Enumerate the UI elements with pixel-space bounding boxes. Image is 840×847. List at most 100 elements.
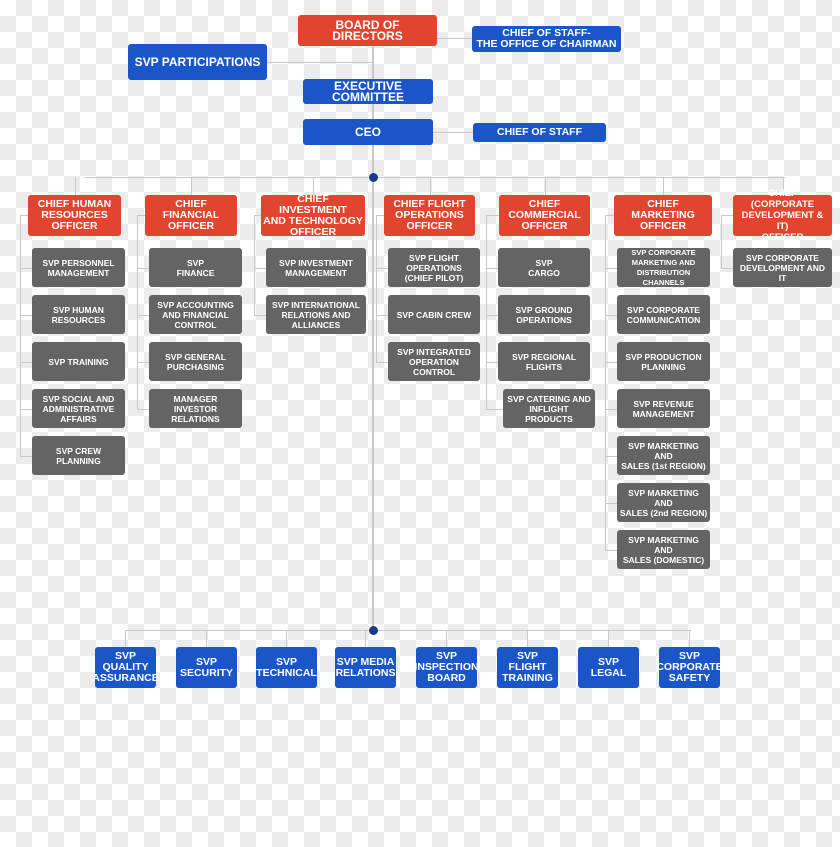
svp-box[interactable]: SVP CORPORATE DEVELOPMENT AND IT [733, 248, 832, 287]
connector-line [486, 268, 498, 269]
svp-box[interactable]: SVP HUMAN RESOURCES [32, 295, 125, 334]
chief-of-staff-chairman-box[interactable]: CHIEF OF STAFF- THE OFFICE OF CHAIRMAN [472, 26, 621, 52]
svp-box[interactable]: SVP REGIONAL FLIGHTS [498, 342, 590, 381]
connector-line [605, 362, 617, 363]
svp-box[interactable]: SVP GROUND OPERATIONS [498, 295, 590, 334]
connector-line [376, 362, 388, 363]
connector-line [486, 409, 503, 410]
svp-participations-box[interactable]: SVP PARTICIPATIONS [128, 44, 267, 80]
connector-line [376, 215, 384, 216]
chief-officer-box[interactable]: CHIEF HUMAN RESOURCES OFFICER [28, 195, 121, 236]
svp-box[interactable]: SVP REVENUE MANAGEMENT [617, 389, 710, 428]
connector-line [20, 215, 21, 456]
bottom-svp-box[interactable]: SVP MEDIA RELATIONS [335, 647, 396, 688]
connector-line [74, 177, 76, 195]
bottom-svp-box[interactable]: SVP INSPECTION BOARD [414, 647, 479, 688]
bottom-svp-box[interactable]: SVP FLIGHT TRAINING [497, 647, 558, 688]
svp-box[interactable]: SVP FLIGHT OPERATIONS (CHIEF PILOT) [388, 248, 480, 287]
svp-box[interactable]: SVP PERSONNEL MANAGEMENT [32, 248, 125, 287]
svp-box[interactable]: SVP CATERING AND INFLIGHT PRODUCTS [503, 389, 595, 428]
board-of-directors-box[interactable]: BOARD OF DIRECTORS [298, 15, 437, 46]
chief-officer-box[interactable]: CHIEF (CORPORATE DEVELOPMENT & IT) OFFIC… [733, 188, 832, 243]
connector-line [365, 630, 366, 647]
connector-line [137, 409, 149, 410]
connector-line [376, 315, 388, 316]
bottom-svp-box[interactable]: SVP CORPORATE SAFETY [656, 647, 723, 688]
connector-line [437, 38, 472, 39]
connector-line [20, 362, 32, 363]
connector-line [20, 215, 28, 216]
connector-line [605, 215, 614, 216]
connector-line [446, 630, 447, 647]
bottom-svp-box[interactable]: SVP QUALITY ASSURANCE [92, 647, 159, 688]
connector-line [20, 409, 32, 410]
connector-line [376, 268, 388, 269]
connector-line [254, 215, 261, 216]
bottom-svp-box[interactable]: SVP SECURITY [176, 647, 237, 688]
connector-line [85, 177, 785, 178]
svp-box[interactable]: SVP INVESTMENT MANAGEMENT [266, 248, 366, 287]
svp-box[interactable]: SVP INTERNATIONAL RELATIONS AND ALLIANCE… [266, 295, 366, 334]
svp-box[interactable]: SVP ACCOUNTING AND FINANCIAL CONTROL [149, 295, 242, 334]
chief-officer-box[interactable]: CHIEF MARKETING OFFICER [614, 195, 712, 236]
connector-line [125, 630, 691, 631]
bottom-svp-box[interactable]: SVP LEGAL [578, 647, 639, 688]
svp-box[interactable]: SVP CREW PLANNING [32, 436, 125, 475]
svp-box[interactable]: SVP GENERAL PURCHASING [149, 342, 242, 381]
connector-line [608, 630, 609, 647]
connector-line [137, 268, 149, 269]
connector-line [376, 215, 377, 362]
svp-box[interactable]: SVP PRODUCTION PLANNING [617, 342, 710, 381]
connector-line [191, 177, 192, 195]
svp-box[interactable]: SVP MARKETING AND SALES (1st REGION) [617, 436, 710, 475]
connector-line [20, 268, 32, 269]
svp-box[interactable]: SVP CARGO [498, 248, 590, 287]
connector-line [486, 215, 487, 409]
chief-officer-box[interactable]: CHIEF FLIGHT OPERATIONS OFFICER [384, 195, 475, 236]
connector-line [605, 456, 617, 457]
connector-line [721, 215, 722, 268]
connector-line [137, 315, 149, 316]
svp-box[interactable]: SVP TRAINING [32, 342, 125, 381]
org-chart: BOARD OF DIRECTORS CHIEF OF STAFF- THE OF… [0, 0, 840, 847]
chief-officer-box[interactable]: CHIEF COMMERCIAL OFFICER [499, 195, 590, 236]
chief-officer-box[interactable]: CHIEF INVESTMENT AND TECHNOLOGY OFFICER [261, 193, 365, 237]
connector-line [605, 409, 617, 410]
connector-line [137, 215, 138, 409]
connector-line [721, 268, 733, 269]
svp-box[interactable]: SVP SOCIAL AND ADMINISTRATIVE AFFAIRS [32, 389, 125, 428]
svp-box[interactable]: SVP MARKETING AND SALES (2nd REGION) [617, 483, 710, 522]
connector-line [486, 215, 499, 216]
ceo-box[interactable]: CEO [303, 119, 433, 145]
connector-line [137, 362, 149, 363]
connector-line [605, 503, 617, 504]
connector-line [689, 630, 690, 647]
connector-line [486, 315, 498, 316]
connector-line [267, 62, 372, 63]
svp-box[interactable]: SVP CORPORATE COMMUNICATION [617, 295, 710, 334]
svp-box[interactable]: SVP CORPORATE MARKETING AND DISTRIBUTION… [617, 248, 710, 287]
svp-box[interactable]: MANAGER INVESTOR RELATIONS [149, 389, 242, 428]
bottom-svp-box[interactable]: SVP TECHNICAL [256, 647, 317, 688]
junction-dot [368, 172, 378, 182]
connector-line [544, 177, 546, 195]
connector-line [605, 215, 606, 550]
connector-line [663, 177, 664, 195]
connector-line [433, 132, 473, 133]
connector-line [605, 550, 617, 551]
connector-line [286, 630, 287, 647]
junction-dot [368, 625, 378, 635]
connector-line [429, 177, 431, 195]
executive-committee-box[interactable]: EXECUTIVE COMMITTEE [303, 79, 433, 104]
connector-line [206, 630, 207, 647]
connector-line [125, 630, 126, 647]
chief-of-staff-box[interactable]: CHIEF OF STAFF [473, 123, 606, 142]
svp-box[interactable]: SVP INTEGRATED OPERATION CONTROL [388, 342, 480, 381]
chief-officer-box[interactable]: CHIEF FINANCIAL OFFICER [145, 195, 237, 236]
connector-line [254, 215, 255, 315]
svp-box[interactable]: SVP FINANCE [149, 248, 242, 287]
svp-box[interactable]: SVP MARKETING AND SALES (DOMESTIC) [617, 530, 710, 569]
connector-line [254, 268, 266, 269]
connector-line [527, 630, 528, 647]
svp-box[interactable]: SVP CABIN CREW [388, 295, 480, 334]
